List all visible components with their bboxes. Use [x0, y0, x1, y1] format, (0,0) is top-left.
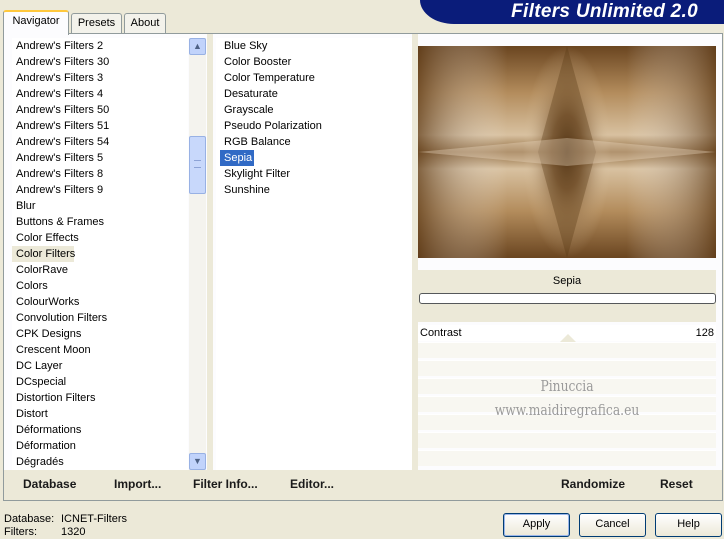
- help-button[interactable]: Help: [655, 513, 722, 537]
- category-item[interactable]: Andrew's Filters 4: [12, 86, 188, 102]
- slider-value: 128: [695, 327, 714, 339]
- category-item[interactable]: Andrew's Filters 3: [12, 70, 188, 86]
- slider-label: Contrast: [420, 327, 462, 339]
- filter-item[interactable]: Color Booster: [220, 54, 412, 70]
- category-item[interactable]: Andrew's Filters 5: [12, 150, 188, 166]
- tab-about[interactable]: About: [124, 13, 166, 34]
- filter-item[interactable]: Color Temperature: [220, 70, 412, 86]
- category-item[interactable]: Andrew's Filters 9: [12, 182, 188, 198]
- tab-navigator[interactable]: Navigator: [3, 10, 69, 35]
- category-item[interactable]: Distortion Filters: [12, 390, 188, 406]
- sepia-preview-graphic: [418, 46, 716, 258]
- apply-button[interactable]: Apply: [503, 513, 570, 537]
- filter-item[interactable]: Sunshine: [220, 182, 412, 198]
- category-item[interactable]: DC Layer: [12, 358, 188, 374]
- category-item[interactable]: ColourWorks: [12, 294, 188, 310]
- randomize-button[interactable]: Randomize: [561, 477, 625, 491]
- category-item[interactable]: Andrew's Filters 50: [12, 102, 188, 118]
- slider-row-empty: [418, 432, 716, 448]
- category-item[interactable]: Crescent Moon: [12, 342, 188, 358]
- category-item[interactable]: Andrew's Filters 30: [12, 54, 188, 70]
- database-label: Database:: [4, 513, 55, 525]
- category-item[interactable]: ColorRave: [12, 262, 188, 278]
- slider-thumb[interactable]: [560, 334, 576, 342]
- bottom-toolbar: Database Import... Filter Info... Editor…: [4, 470, 722, 500]
- database-button[interactable]: Database: [23, 477, 76, 491]
- import-button[interactable]: Import...: [114, 477, 161, 491]
- category-item[interactable]: DCspecial: [12, 374, 188, 390]
- slider-panel: Contrast 128 Pinuccia www.maidiregrafica…: [418, 325, 716, 470]
- scrollbar-thumb[interactable]: [189, 136, 206, 194]
- slider-contrast[interactable]: Contrast 128: [418, 325, 716, 342]
- category-item[interactable]: CPK Designs: [12, 326, 188, 342]
- progress-bar: [419, 293, 716, 304]
- editor-button[interactable]: Editor...: [290, 477, 334, 491]
- filters-count-label: Filters:: [4, 526, 37, 538]
- category-item[interactable]: Color Effects: [12, 230, 188, 246]
- cancel-button[interactable]: Cancel: [579, 513, 646, 537]
- filter-item[interactable]: Blue Sky: [220, 38, 412, 54]
- list-divider: [207, 34, 213, 470]
- chevron-down-icon[interactable]: ▼: [189, 453, 206, 470]
- tab-presets[interactable]: Presets: [71, 13, 122, 34]
- slider-row-empty: [418, 342, 716, 358]
- filter-title-band: Sepia: [418, 270, 716, 322]
- preview-image: [418, 46, 716, 258]
- reset-button[interactable]: Reset: [660, 477, 693, 491]
- category-item[interactable]: Color Filters: [12, 246, 75, 262]
- category-item[interactable]: Dégradés: [12, 454, 188, 470]
- filter-item[interactable]: Grayscale: [220, 102, 412, 118]
- category-item[interactable]: Andrew's Filters 2: [12, 38, 188, 54]
- watermark-line1: Pinuccia: [540, 377, 594, 395]
- filter-item[interactable]: Desaturate: [220, 86, 412, 102]
- category-list[interactable]: Andrew's Filters 2 Andrew's Filters 30 And…: [12, 38, 188, 470]
- app-title: Filters Unlimited 2.0: [511, 1, 698, 22]
- filter-item[interactable]: RGB Balance: [220, 134, 412, 150]
- category-item[interactable]: Andrew's Filters 54: [12, 134, 188, 150]
- category-scrollbar[interactable]: ▲ ▼: [189, 38, 206, 470]
- chevron-up-icon[interactable]: ▲: [189, 38, 206, 55]
- category-item[interactable]: Déformation: [12, 438, 188, 454]
- filters-count-value: 1320: [61, 526, 86, 538]
- title-banner: Filters Unlimited 2.0: [420, 0, 724, 24]
- filter-info-button[interactable]: Filter Info...: [193, 477, 258, 491]
- category-item[interactable]: Colors: [12, 278, 188, 294]
- slider-row-empty: [418, 450, 716, 466]
- filter-item[interactable]: Sepia: [220, 150, 254, 166]
- filter-list[interactable]: Blue Sky Color Booster Color Temperature De…: [216, 38, 412, 470]
- category-item[interactable]: Buttons & Frames: [12, 214, 188, 230]
- category-item[interactable]: Andrew's Filters 51: [12, 118, 188, 134]
- category-item[interactable]: Déformations: [12, 422, 188, 438]
- filter-item[interactable]: Pseudo Polarization: [220, 118, 412, 134]
- database-value: ICNET-Filters: [61, 513, 127, 525]
- category-item[interactable]: Blur: [12, 198, 188, 214]
- category-item[interactable]: Distort: [12, 406, 188, 422]
- selected-filter-name: Sepia: [552, 275, 582, 287]
- category-item[interactable]: Andrew's Filters 8: [12, 166, 188, 182]
- filter-item[interactable]: Skylight Filter: [220, 166, 412, 182]
- category-item[interactable]: Convolution Filters: [12, 310, 188, 326]
- slider-row-empty: [418, 360, 716, 376]
- watermark-line2: www.maidiregrafica.eu: [494, 401, 640, 419]
